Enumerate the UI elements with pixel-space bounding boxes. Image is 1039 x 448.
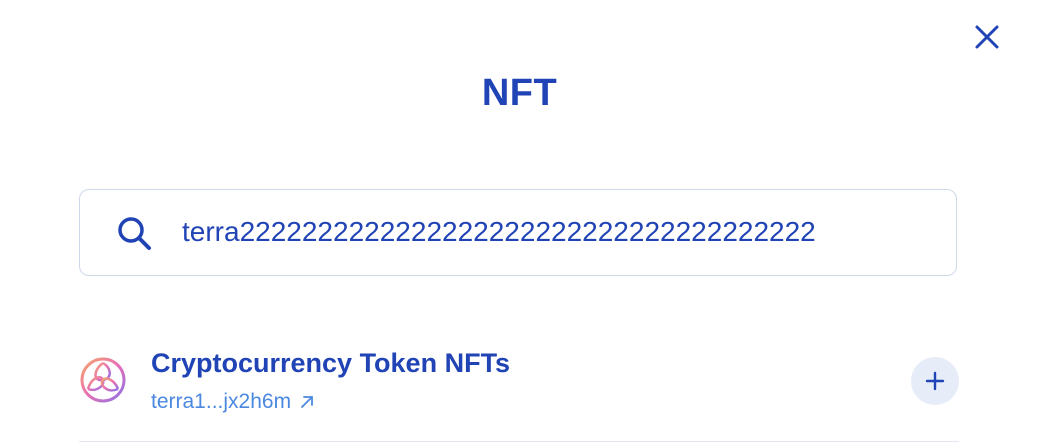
search-input[interactable]	[182, 212, 942, 252]
contract-address-link[interactable]: terra1...jx2h6m	[151, 390, 315, 414]
external-link-icon	[301, 396, 313, 408]
add-collection-button[interactable]	[911, 357, 959, 405]
plus-icon	[925, 371, 945, 391]
divider	[79, 441, 959, 442]
contract-address: terra1...jx2h6m	[151, 390, 292, 413]
search-box[interactable]	[79, 189, 957, 276]
list-item: Cryptocurrency Token NFTs terra1...jx2h6…	[79, 340, 959, 420]
close-icon	[975, 25, 999, 49]
search-icon	[118, 217, 151, 250]
collection-name: Cryptocurrency Token NFTs	[151, 348, 511, 378]
close-button[interactable]	[970, 20, 1004, 54]
modal-title: NFT	[481, 72, 558, 114]
collection-logo-icon	[80, 357, 126, 403]
